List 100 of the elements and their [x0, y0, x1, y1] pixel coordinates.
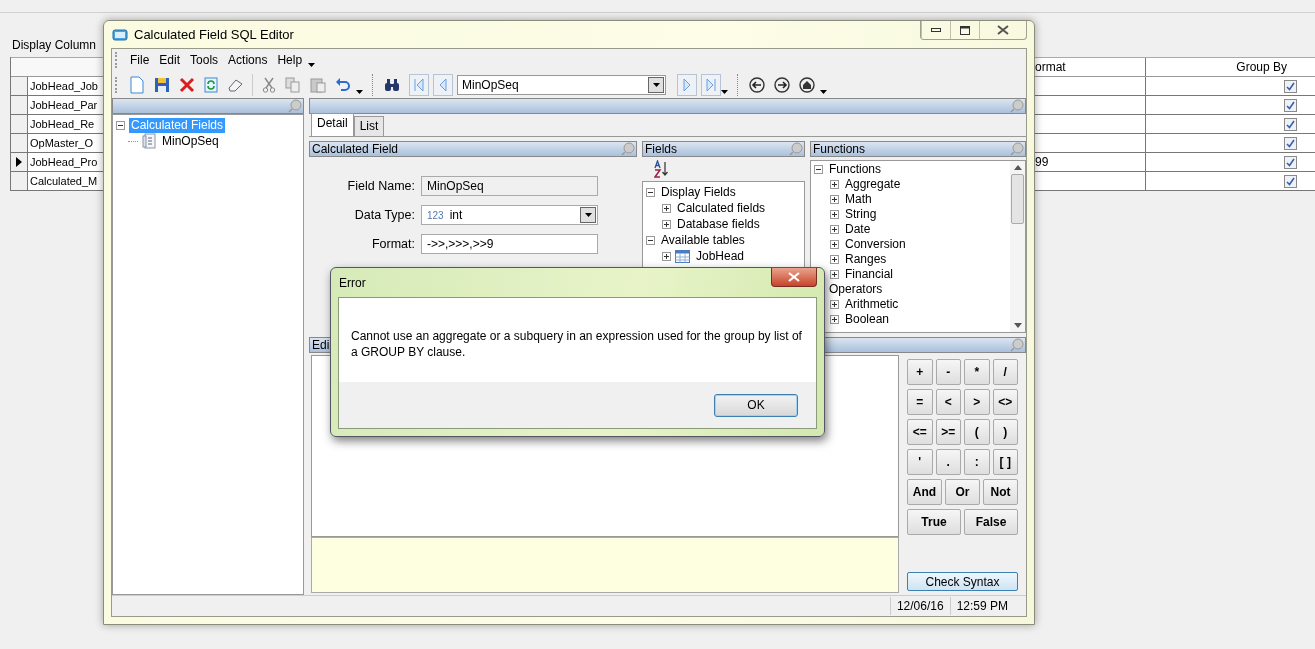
menu-item[interactable]: Help: [277, 53, 303, 67]
sort-icon[interactable]: [654, 160, 670, 178]
binoculars-icon[interactable]: [384, 77, 400, 92]
operator-button[interactable]: +: [907, 359, 933, 385]
operator-button[interactable]: Or: [945, 479, 980, 505]
expand-icon[interactable]: [662, 219, 671, 229]
tree-item[interactable]: Financial: [843, 267, 896, 282]
minimize-icon[interactable]: [931, 28, 941, 32]
tree-item[interactable]: Math: [843, 192, 874, 207]
checkbox[interactable]: [1284, 136, 1297, 150]
expand-icon[interactable]: [830, 255, 839, 264]
back-icon[interactable]: [749, 76, 765, 93]
check-syntax-button[interactable]: Check Syntax: [907, 572, 1018, 591]
caret-icon[interactable]: [820, 90, 827, 94]
menu-item[interactable]: File: [130, 53, 150, 67]
tree-item[interactable]: Available tables: [659, 232, 747, 248]
close-button[interactable]: [771, 268, 817, 287]
tree-item[interactable]: MinOpSeq: [160, 133, 221, 149]
operator-button[interactable]: ': [907, 449, 933, 475]
operator-button[interactable]: -: [935, 359, 961, 385]
menu-item[interactable]: Edit: [159, 53, 181, 67]
operator-button[interactable]: ): [992, 419, 1018, 445]
dropdown-button[interactable]: [648, 76, 664, 93]
scrollbar[interactable]: [1010, 161, 1025, 332]
tree-item[interactable]: Boolean: [843, 312, 892, 327]
close-icon[interactable]: [997, 25, 1009, 35]
checkbox[interactable]: [1284, 155, 1297, 169]
operator-button[interactable]: .: [935, 449, 961, 475]
tree-item[interactable]: Database fields: [675, 216, 762, 232]
tree-item[interactable]: Calculated fields: [675, 200, 768, 216]
operator-button[interactable]: :: [964, 449, 990, 475]
scroll-thumb[interactable]: [1011, 174, 1024, 224]
operator-button[interactable]: /: [992, 359, 1018, 385]
expand-icon[interactable]: [662, 251, 671, 261]
caret-icon[interactable]: [584, 213, 592, 217]
expand-icon[interactable]: [830, 210, 839, 219]
expand-icon[interactable]: [830, 315, 839, 324]
caret-icon[interactable]: [308, 63, 316, 67]
home-icon[interactable]: [799, 76, 815, 93]
undo-icon[interactable]: [335, 77, 351, 92]
scroll-up-icon[interactable]: [1013, 165, 1022, 170]
operator-button[interactable]: Not: [983, 479, 1018, 505]
tree-item[interactable]: JobHead: [694, 248, 747, 264]
expand-icon[interactable]: [830, 180, 839, 189]
collapse-icon[interactable]: [646, 235, 655, 245]
collapse-icon[interactable]: [814, 165, 823, 174]
expand-icon[interactable]: [662, 203, 671, 213]
eraser-icon[interactable]: [227, 77, 243, 92]
expand-icon[interactable]: [830, 225, 839, 234]
ok-button[interactable]: OK: [714, 393, 798, 417]
delete-icon[interactable]: [179, 76, 195, 93]
expand-icon[interactable]: [830, 195, 839, 204]
operator-button[interactable]: =: [907, 389, 933, 415]
operator-button[interactable]: False: [964, 509, 1018, 535]
operator-button[interactable]: >=: [935, 419, 961, 445]
expand-icon[interactable]: [830, 300, 839, 309]
tree-item[interactable]: Functions: [827, 162, 884, 177]
checkbox[interactable]: [1284, 117, 1297, 131]
caret-icon[interactable]: [721, 90, 728, 94]
tree-item[interactable]: Arithmetic: [843, 297, 901, 312]
tree-item[interactable]: Conversion: [843, 237, 908, 252]
input-field[interactable]: MinOpSeq: [421, 176, 598, 196]
tree-item[interactable]: Aggregate: [843, 177, 903, 192]
checkbox[interactable]: [1284, 79, 1297, 93]
record-selector[interactable]: MinOpSeq: [457, 74, 666, 95]
operator-button[interactable]: True: [907, 509, 961, 535]
caret-icon[interactable]: [652, 82, 660, 87]
tree-item[interactable]: Ranges: [843, 252, 889, 267]
menu-item[interactable]: Tools: [190, 53, 219, 67]
operator-button[interactable]: [ ]: [992, 449, 1018, 475]
checkbox[interactable]: [1284, 174, 1297, 188]
caret-icon[interactable]: [356, 90, 363, 94]
expand-icon[interactable]: [830, 270, 839, 279]
tab[interactable]: List: [353, 116, 385, 136]
maximize-icon[interactable]: [960, 25, 970, 35]
expand-icon[interactable]: [830, 240, 839, 249]
checkbox[interactable]: [1284, 98, 1297, 112]
tree-item[interactable]: Display Fields: [659, 184, 738, 200]
cut-icon[interactable]: [262, 76, 276, 93]
scroll-down-icon[interactable]: [1013, 323, 1022, 328]
forward-icon[interactable]: [774, 76, 790, 93]
operator-button[interactable]: <>: [992, 389, 1018, 415]
operator-button[interactable]: <=: [907, 419, 933, 445]
operator-button[interactable]: <: [935, 389, 961, 415]
operator-button[interactable]: *: [964, 359, 990, 385]
collapse-icon[interactable]: [116, 120, 125, 130]
tree-item[interactable]: String: [843, 207, 879, 222]
refresh-icon[interactable]: [204, 76, 218, 93]
tab[interactable]: Detail: [311, 113, 354, 136]
dropdown-field[interactable]: 123 int: [421, 205, 598, 225]
save-icon[interactable]: [154, 76, 170, 93]
collapse-icon[interactable]: [646, 187, 655, 197]
tree-item[interactable]: Operators: [827, 282, 885, 297]
operator-button[interactable]: >: [964, 389, 990, 415]
operator-button[interactable]: (: [964, 419, 990, 445]
dropdown-button[interactable]: [580, 207, 596, 223]
menu-item[interactable]: Actions: [228, 53, 268, 67]
input-field[interactable]: ->>,>>>,>>9: [421, 234, 598, 254]
operator-button[interactable]: And: [907, 479, 942, 505]
tree-item[interactable]: Date: [843, 222, 873, 237]
